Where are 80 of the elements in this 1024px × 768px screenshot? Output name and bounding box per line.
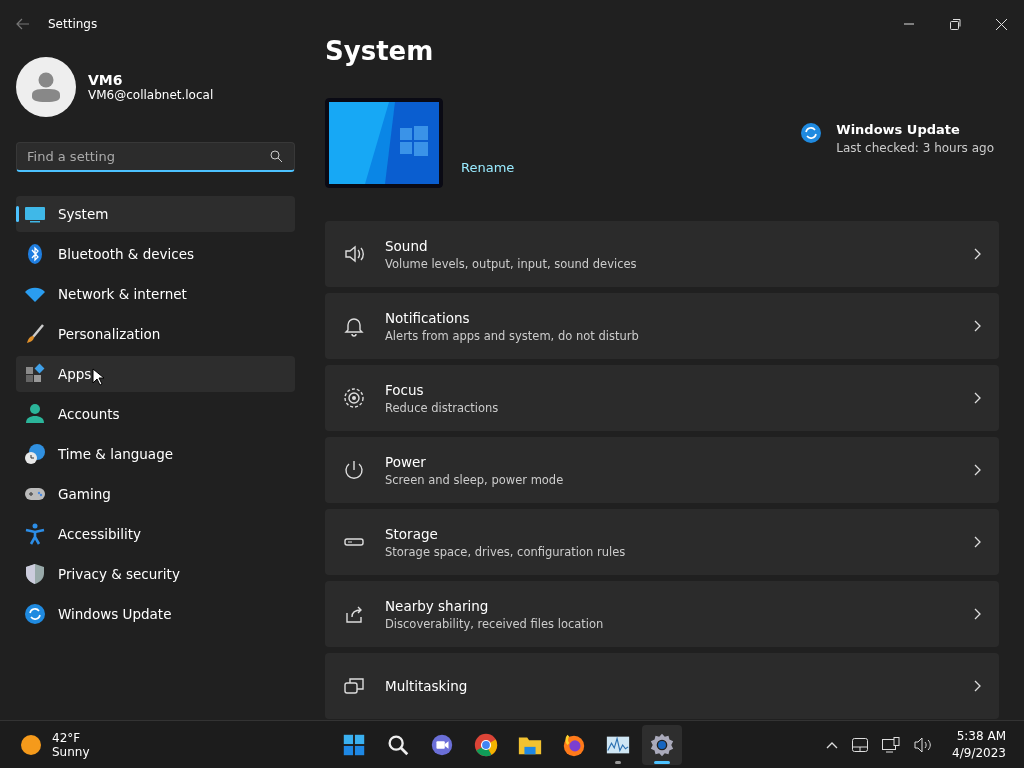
clock-date[interactable]: 4/9/2023 <box>952 745 1006 762</box>
card-subtitle: Alerts from apps and system, do not disturb <box>385 328 640 343</box>
card-title: Sound <box>385 237 429 254</box>
volume-icon[interactable] <box>914 737 933 753</box>
card-subtitle: Volume levels, output, input, sound devices <box>385 256 638 271</box>
chevron-icon <box>974 536 981 548</box>
sidebar-item[interactable]: Personalization <box>16 316 295 352</box>
update-status: Last checked: 3 hours ago <box>836 141 994 155</box>
card-subtitle: Discoverability, received files location <box>385 616 605 631</box>
weather-condition: Sunny <box>52 745 90 759</box>
browser-icon <box>473 732 499 758</box>
apps-icon <box>24 363 46 385</box>
settings-card[interactable]: Multitasking <box>325 653 999 719</box>
window-title: Settings <box>48 17 98 31</box>
shield-icon <box>24 563 46 585</box>
sun-icon <box>20 734 42 756</box>
card-subtitle: Storage space, drives, configuration rules <box>385 544 627 559</box>
bell-icon <box>343 315 365 337</box>
video-chat-icon <box>429 732 455 758</box>
chevron-icon <box>974 392 981 404</box>
card-title: Notifications <box>385 309 471 326</box>
chevron-icon <box>974 464 981 476</box>
sidebar-item[interactable]: Time & language <box>16 436 295 472</box>
accessibility-icon <box>24 523 46 545</box>
sidebar-item[interactable]: Privacy & security <box>16 556 295 592</box>
focus-icon <box>343 387 365 409</box>
card-title: Power <box>385 453 427 470</box>
back-icon[interactable] <box>16 18 30 30</box>
brush-icon <box>24 323 46 345</box>
sidebar-item[interactable]: Accessibility <box>16 516 295 552</box>
start-icon <box>341 732 367 758</box>
settings-card[interactable]: Power Screen and sleep, power mode <box>325 437 999 503</box>
search-icon <box>270 150 283 163</box>
globe-clock-icon <box>24 443 46 465</box>
close-icon[interactable] <box>995 18 1007 30</box>
sidebar-item[interactable]: Accounts <box>16 396 295 432</box>
search-field[interactable]: Find a setting <box>16 142 295 172</box>
speaker-icon <box>343 243 365 265</box>
settings-card[interactable]: Storage Storage space, drives, configuration rules <box>325 509 999 575</box>
card-subtitle: Reduce distractions <box>385 400 500 415</box>
sidebar-item[interactable]: System <box>16 196 295 232</box>
windows-icon <box>343 675 365 697</box>
sidebar-item[interactable]: Gaming <box>16 476 295 512</box>
restore-icon[interactable] <box>949 18 961 30</box>
temperature: 42°F <box>52 731 82 745</box>
chevron-up-icon[interactable] <box>826 741 839 749</box>
taskbar-app[interactable] <box>642 725 682 765</box>
user-email: VM6@collabnet.local <box>88 88 214 102</box>
sidebar-item[interactable]: Bluetooth & devices <box>16 236 295 272</box>
mouse-cursor-icon <box>92 368 104 386</box>
page-title: System <box>325 36 435 68</box>
gear-icon <box>649 732 675 758</box>
settings-card[interactable]: Focus Reduce distractions <box>325 365 999 431</box>
user-name: VM6 <box>88 72 124 88</box>
card-title: Nearby sharing <box>385 597 490 614</box>
settings-card[interactable]: Nearby sharing Discoverability, received files location <box>325 581 999 647</box>
card-subtitle: Screen and sleep, power mode <box>385 472 565 487</box>
chevron-icon <box>974 320 981 332</box>
sidebar-item[interactable]: Apps <box>16 356 295 392</box>
touchpad-icon[interactable] <box>852 738 869 752</box>
update-title: Windows Update <box>836 122 961 137</box>
power-icon <box>343 459 365 481</box>
rename-link[interactable]: Rename <box>461 160 515 175</box>
settings-card[interactable]: Sound Volume levels, output, input, sound devices <box>325 221 999 287</box>
chevron-icon <box>974 608 981 620</box>
avatar-icon <box>16 57 76 117</box>
update-icon <box>800 122 823 144</box>
sidebar-item[interactable]: Network & internet <box>16 276 295 312</box>
chevron-icon <box>974 248 981 260</box>
update-icon <box>24 603 46 625</box>
network-icon[interactable] <box>882 737 901 753</box>
chevron-icon <box>974 680 981 692</box>
person-icon <box>24 403 46 425</box>
sidebar-item[interactable]: Windows Update <box>16 596 295 632</box>
card-title: Storage <box>385 525 439 542</box>
clock-time[interactable]: 5:38 AM <box>952 728 1006 745</box>
card-title: Multitasking <box>385 678 469 694</box>
card-title: Focus <box>385 381 425 398</box>
settings-card[interactable]: Notifications Alerts from apps and system, do not disturb <box>325 293 999 359</box>
firefox-icon <box>561 732 587 758</box>
